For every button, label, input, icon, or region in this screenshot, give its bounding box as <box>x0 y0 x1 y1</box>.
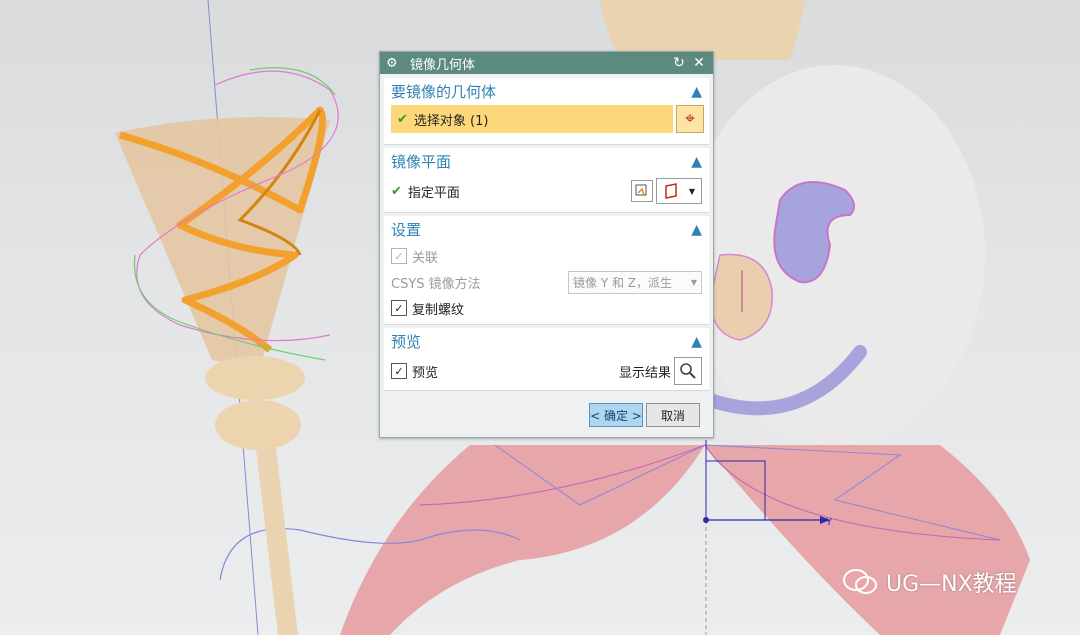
crosshair-icon[interactable]: ⌖ <box>676 105 704 133</box>
dialog-title: 镜像几何体 <box>410 57 476 73</box>
copy-threads-checkbox[interactable]: ✓ <box>391 300 407 316</box>
cancel-button[interactable]: 取消 <box>646 403 700 427</box>
ok-button[interactable]: < 确定 > <box>589 403 643 427</box>
associative-label: 关联 <box>412 250 439 266</box>
specify-plane-label: 指定平面 <box>407 185 460 201</box>
reset-icon[interactable]: ↻ <box>671 55 687 71</box>
csys-method-value: 镜像 Y 和 Z，派生 <box>573 275 672 290</box>
geometry-group: 要镜像的几何体 ▲ ✔ 选择对象 (1) ⌖ <box>384 78 709 145</box>
collapse-icon[interactable]: ▲ <box>691 154 702 170</box>
gear-icon[interactable]: ⚙ <box>386 56 402 71</box>
collapse-icon[interactable]: ▲ <box>691 84 702 100</box>
geometry-group-header[interactable]: 要镜像的几何体 ▲ <box>384 78 709 105</box>
snowman-scarf <box>340 445 1030 635</box>
select-object-row[interactable]: ✔ 选择对象 (1) ⌖ <box>391 105 704 133</box>
broom-handle <box>255 440 298 635</box>
wechat-icon <box>843 569 877 594</box>
watermark: UG—NX教程 <box>842 566 1017 598</box>
close-icon[interactable]: ✕ <box>691 55 707 71</box>
associative-row: ✓ 关联 <box>384 243 709 269</box>
chevron-down-icon: ▼ <box>688 186 696 196</box>
copy-threads-row[interactable]: ✓ 复制螺纹 <box>384 295 709 321</box>
mirror-plane-group: 镜像平面 ▲ ✔ 指定平面 ▼ <box>384 148 709 213</box>
collapse-icon[interactable]: ▲ <box>691 222 702 238</box>
select-object-field[interactable]: ✔ 选择对象 (1) <box>391 105 673 133</box>
preview-group-title: 预览 <box>391 333 422 351</box>
csys-method-row: CSYS 镜像方法 镜像 Y 和 Z，派生 ▼ <box>384 269 709 295</box>
preview-row: ✓ 预览 显示结果 <box>384 355 709 387</box>
plane-dialog-icon[interactable] <box>631 180 653 202</box>
geometry-group-title: 要镜像的几何体 <box>391 83 497 101</box>
mirror-plane-group-title: 镜像平面 <box>391 153 452 171</box>
mirror-plane-group-header[interactable]: 镜像平面 ▲ <box>384 148 709 175</box>
select-object-label: 选择对象 (1) <box>413 113 489 129</box>
settings-group-title: 设置 <box>391 221 422 239</box>
plane-icon <box>665 183 677 199</box>
snowman-nose <box>709 253 773 341</box>
csys-method-dropdown: 镜像 Y 和 Z，派生 ▼ <box>568 270 702 294</box>
associative-checkbox: ✓ <box>391 248 407 264</box>
settings-group: 设置 ▲ ✓ 关联 CSYS 镜像方法 镜像 Y 和 Z，派生 ▼ ✓ 复制螺纹 <box>384 216 709 325</box>
specify-plane-row[interactable]: ✔ 指定平面 ▼ <box>384 175 709 207</box>
preview-checkbox[interactable]: ✓ <box>391 363 407 379</box>
csys-method-label: CSYS 镜像方法 <box>391 276 481 292</box>
settings-group-header[interactable]: 设置 ▲ <box>384 216 709 243</box>
chevron-down-icon: ▼ <box>690 277 697 287</box>
preview-group: 预览 ▲ ✓ 预览 显示结果 <box>384 328 709 391</box>
y-axis-label: Y <box>825 517 833 528</box>
checkmark-icon: ✔ <box>391 183 402 199</box>
checkmark-icon: ✔ <box>397 111 408 127</box>
watermark-text: UG—NX教程 <box>886 572 1017 597</box>
collapse-icon[interactable]: ▲ <box>691 334 702 350</box>
show-result-label: 显示结果 <box>618 365 671 381</box>
preview-label: 预览 <box>412 365 439 381</box>
magnifier-icon[interactable] <box>674 357 702 385</box>
mirror-geometry-dialog: ⚙ 镜像几何体 ↻ ✕ 要镜像的几何体 ▲ ✔ 选择对象 (1) ⌖ 镜像平面 … <box>379 51 714 438</box>
plane-type-dropdown[interactable]: ▼ <box>656 178 702 204</box>
dialog-titlebar[interactable]: ⚙ 镜像几何体 ↻ ✕ <box>380 52 713 74</box>
preview-group-header[interactable]: 预览 ▲ <box>384 328 709 355</box>
copy-threads-label: 复制螺纹 <box>412 302 465 318</box>
